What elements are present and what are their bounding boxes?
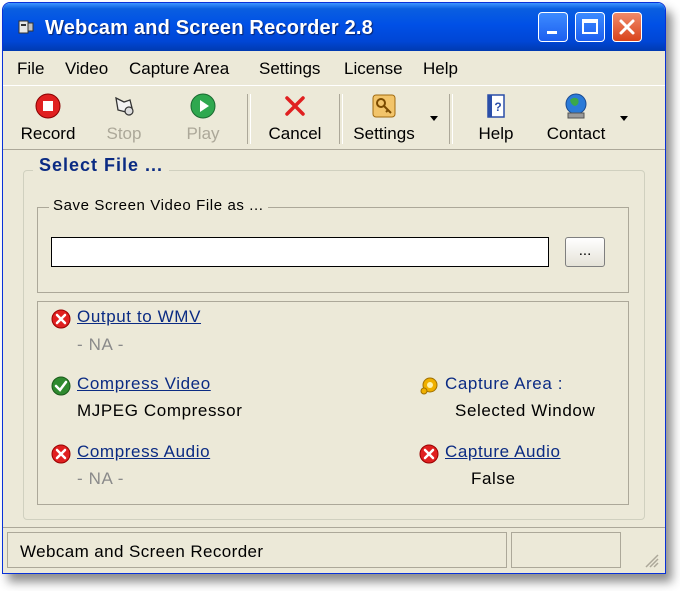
compress-audio-link[interactable]: Compress Audio bbox=[77, 442, 210, 462]
toolbar-separator bbox=[339, 94, 343, 144]
menu-help[interactable]: Help bbox=[423, 59, 458, 79]
contact-dropdown-icon[interactable] bbox=[619, 114, 629, 122]
capture-area-label[interactable]: Capture Area : bbox=[445, 374, 563, 394]
maximize-button[interactable] bbox=[575, 12, 605, 42]
capture-audio-value: False bbox=[471, 469, 516, 488]
record-button[interactable]: Record bbox=[17, 92, 79, 144]
status-bar: Webcam and Screen Recorder bbox=[3, 527, 665, 573]
compress-video-link[interactable]: Compress Video bbox=[77, 374, 211, 394]
minimize-button[interactable] bbox=[538, 12, 568, 42]
play-icon bbox=[190, 93, 216, 119]
status-pane-main: Webcam and Screen Recorder bbox=[7, 532, 507, 568]
settings-dropdown-icon[interactable] bbox=[429, 114, 439, 122]
toolbar-separator bbox=[247, 94, 251, 144]
capture-audio-link[interactable]: Capture Audio bbox=[445, 442, 561, 462]
app-icon bbox=[18, 20, 34, 34]
stop-button[interactable]: Stop bbox=[99, 92, 149, 144]
output-wmv-link[interactable]: Output to WMV bbox=[77, 307, 201, 327]
menu-video[interactable]: Video bbox=[65, 59, 108, 79]
status-pane-secondary bbox=[511, 532, 621, 568]
error-icon bbox=[51, 309, 71, 329]
compress-audio-value: - NA - bbox=[77, 469, 125, 488]
settings-key-icon bbox=[372, 94, 396, 118]
help-book-icon: ? bbox=[487, 94, 505, 118]
status-text: Webcam and Screen Recorder bbox=[20, 542, 264, 561]
settings-button[interactable]: Settings bbox=[349, 92, 419, 144]
resize-grip-icon[interactable] bbox=[643, 552, 659, 568]
check-icon bbox=[51, 376, 71, 396]
browse-button[interactable]: ... bbox=[565, 237, 605, 267]
toolbar: Record Stop Play Cancel Settings ? Help … bbox=[3, 85, 665, 150]
cancel-button[interactable]: Cancel bbox=[265, 92, 325, 144]
close-button[interactable] bbox=[612, 12, 642, 42]
stop-icon bbox=[115, 96, 134, 116]
play-button[interactable]: Play bbox=[175, 92, 231, 144]
svg-text:?: ? bbox=[494, 100, 501, 114]
info-bulb-icon bbox=[420, 377, 438, 395]
select-file-title: Select File ... bbox=[33, 155, 170, 176]
cancel-icon bbox=[285, 96, 305, 116]
close-icon bbox=[619, 19, 635, 35]
error-icon bbox=[419, 444, 439, 464]
menu-bar: File Video Capture Area Settings License… bbox=[3, 51, 665, 85]
maximize-icon bbox=[582, 19, 598, 34]
menu-settings[interactable]: Settings bbox=[259, 59, 320, 79]
error-icon bbox=[51, 444, 71, 464]
window-title: Webcam and Screen Recorder 2.8 bbox=[45, 17, 373, 39]
toolbar-separator bbox=[449, 94, 453, 144]
capture-area-value: Selected Window bbox=[455, 401, 596, 420]
contact-button[interactable]: Contact bbox=[541, 92, 611, 144]
menu-file[interactable]: File bbox=[17, 59, 44, 79]
compress-video-value: MJPEG Compressor bbox=[77, 401, 243, 420]
save-file-label: Save Screen Video File as ... bbox=[49, 197, 268, 214]
minimize-icon bbox=[547, 31, 557, 34]
globe-icon bbox=[565, 93, 587, 119]
file-path-input[interactable] bbox=[51, 237, 549, 267]
title-bar[interactable]: Webcam and Screen Recorder 2.8 bbox=[3, 3, 665, 51]
menu-license[interactable]: License bbox=[344, 59, 403, 79]
menu-capture-area[interactable]: Capture Area bbox=[129, 59, 229, 79]
main-panel: Select File ... Save Screen Video File a… bbox=[19, 155, 645, 527]
output-wmv-value: - NA - bbox=[77, 335, 125, 354]
help-button[interactable]: ? Help bbox=[471, 92, 521, 144]
app-window: Webcam and Screen Recorder 2.8 File Vide… bbox=[2, 2, 666, 574]
record-icon bbox=[35, 93, 61, 119]
